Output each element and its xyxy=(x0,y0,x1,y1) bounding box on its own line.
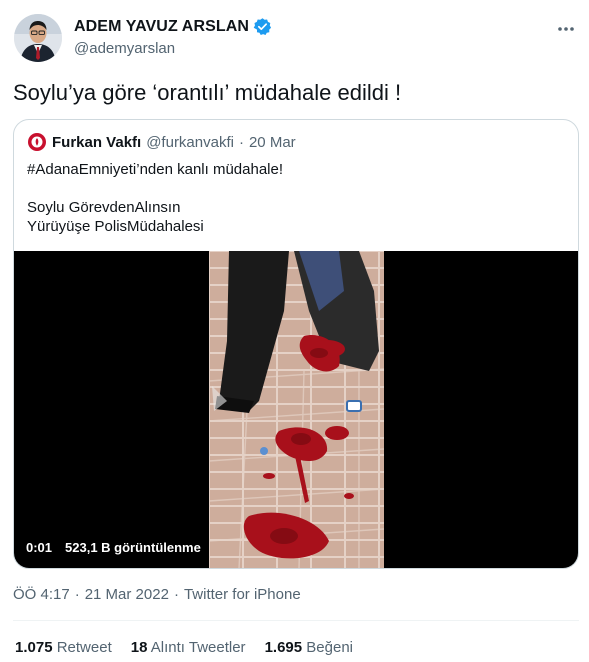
video-info-overlay: 0:01 523,1 B görüntülenme xyxy=(26,540,201,555)
video-player[interactable]: 0:01 523,1 B görüntülenme xyxy=(14,251,578,568)
meta-separator: · xyxy=(74,586,80,603)
quote-tweets-label: Alıntı Tweetler xyxy=(150,639,246,656)
author-display-name[interactable]: ADEM YAVUZ ARSLAN xyxy=(74,18,249,36)
quoted-text-line-1: #AdanaEmniyeti’nden kanlı müdahale! xyxy=(27,161,284,178)
likes-count: 1.695 xyxy=(264,639,303,656)
likes-stat[interactable]: 1.695 Beğeni xyxy=(265,639,353,656)
tweet-source[interactable]: Twitter for iPhone xyxy=(184,586,301,603)
tweet-metadata: ÖÖ 4:17 · 21 Mar 2022 · Twitter for iPho… xyxy=(13,586,301,603)
quoted-handle: @furkanvakfi xyxy=(146,133,234,151)
quote-tweets-count: 18 xyxy=(130,639,148,656)
engagement-stats: 1.075 Retweet 18 Alıntı Tweetler 1.695 B… xyxy=(15,639,353,656)
tweet-text: Soylu’ya göre ‘orantılı’ müdahale edildi… xyxy=(13,80,402,105)
quoted-tweet[interactable]: Furkan Vakfı @furkanvakfi · 20 Mar #Adan… xyxy=(13,119,579,569)
video-frame-image xyxy=(209,251,384,568)
quoted-text-line-2: Soylu GörevdenAlınsın xyxy=(27,199,181,216)
quoted-date: 20 Mar xyxy=(248,133,296,151)
tweet-date[interactable]: 21 Mar 2022 xyxy=(85,586,169,603)
retweets-label: Retweet xyxy=(56,639,112,656)
quoted-display-name: Furkan Vakfı xyxy=(52,133,142,151)
divider xyxy=(13,620,579,621)
author-avatar[interactable] xyxy=(14,14,62,62)
quoted-author-avatar xyxy=(27,132,47,152)
quoted-text-line-3: Yürüyüşe PolisMüdahalesi xyxy=(27,218,204,235)
quoted-separator: · xyxy=(238,133,244,151)
video-timestamp: 0:01 xyxy=(26,540,53,555)
more-options-icon[interactable] xyxy=(553,16,579,42)
likes-label: Beğeni xyxy=(306,639,353,656)
tweet-article: ADEM YAVUZ ARSLAN @ademyarslan Soylu’ya … xyxy=(0,0,589,662)
retweets-count: 1.075 xyxy=(15,639,53,656)
author-name-row: ADEM YAVUZ ARSLAN xyxy=(74,17,272,36)
author-handle[interactable]: @ademyarslan xyxy=(74,40,175,57)
quote-tweets-stat[interactable]: 18 Alıntı Tweetler xyxy=(131,639,246,656)
meta-separator: · xyxy=(173,586,179,603)
verified-badge-icon xyxy=(253,17,272,36)
video-view-count: 523,1 B görüntülenme xyxy=(65,540,201,555)
retweets-stat[interactable]: 1.075 Retweet xyxy=(15,639,112,656)
tweet-time[interactable]: ÖÖ 4:17 xyxy=(13,586,70,603)
quoted-tweet-header: Furkan Vakfı @furkanvakfi · 20 Mar xyxy=(27,132,296,152)
